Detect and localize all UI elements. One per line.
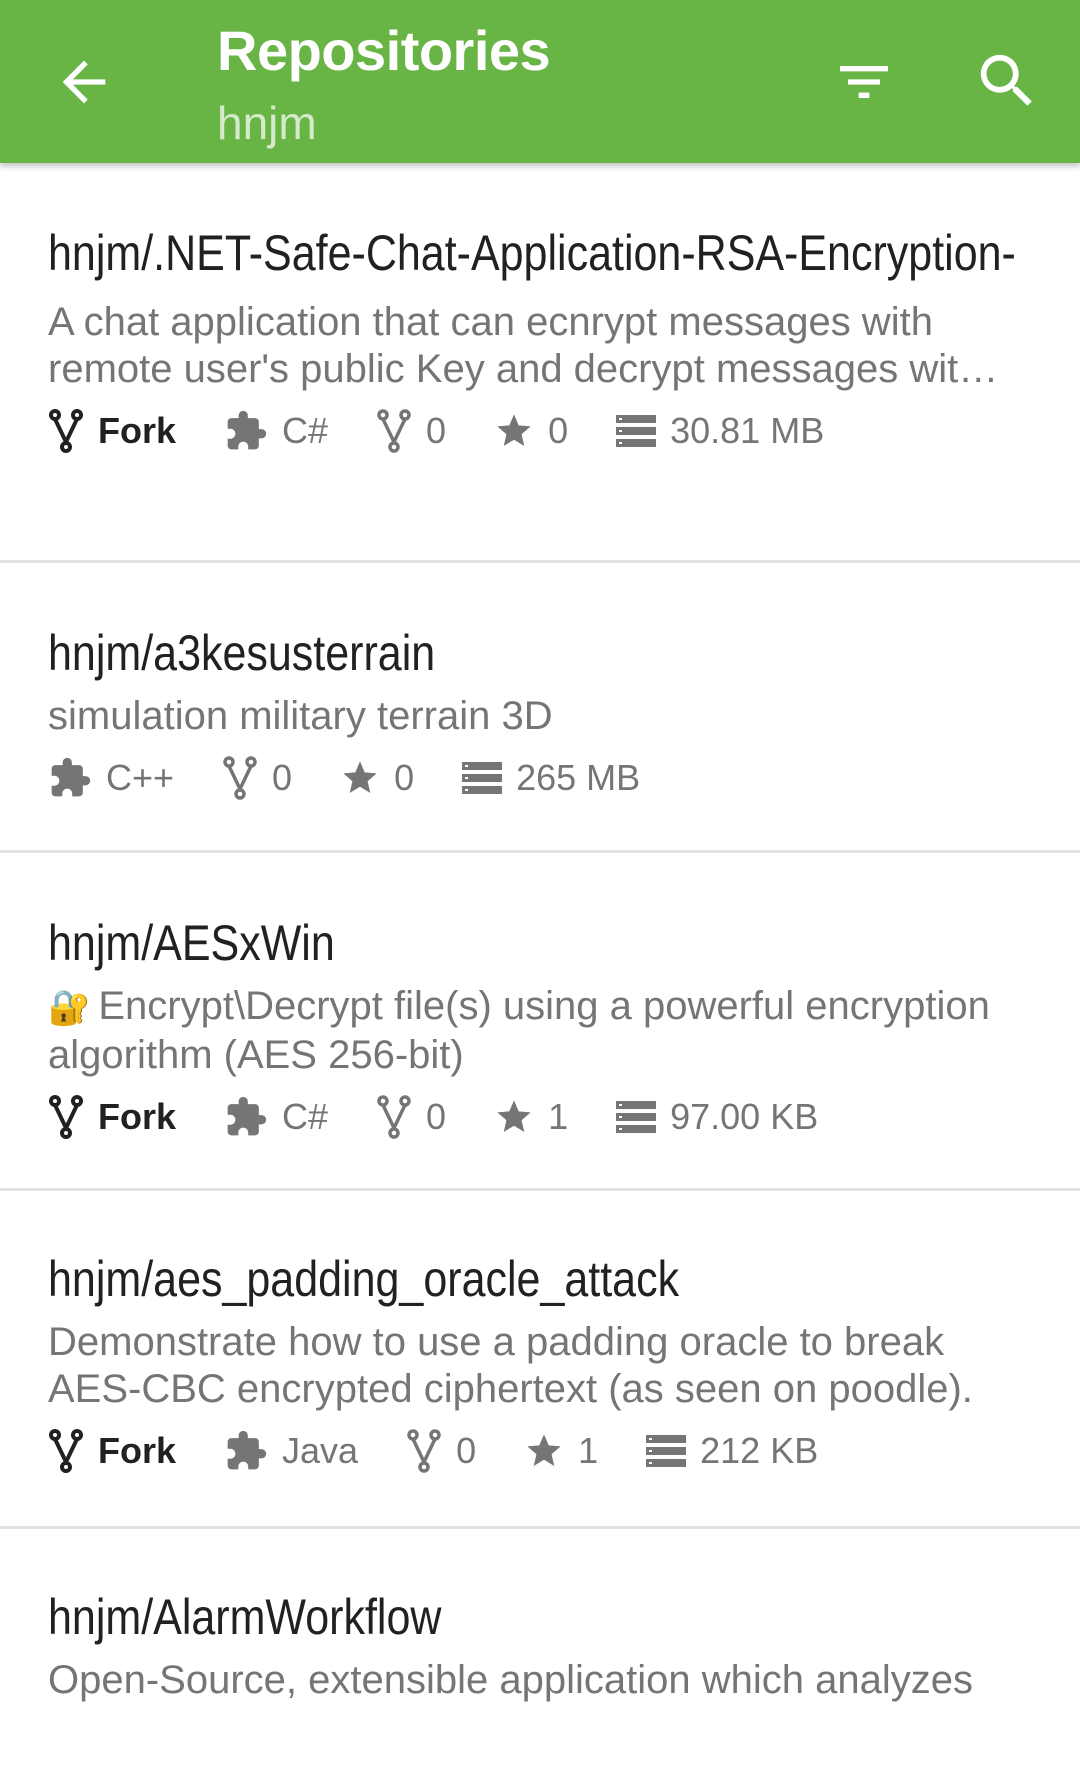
repo-description: Demonstrate how to use a padding oracle …: [48, 1320, 973, 1411]
repo-size: 30.81 MB: [670, 410, 825, 451]
repo-name: hnjm/AESxWin: [48, 915, 335, 971]
fork-icon: [49, 1429, 83, 1473]
fork-icon: [49, 1095, 83, 1139]
repository-list: hnjm/.NET-Safe-Chat-Application-RSA-Encr…: [0, 163, 1080, 1769]
filter-icon[interactable]: [832, 50, 896, 114]
puzzle-icon: [227, 1096, 267, 1136]
star-icon: [343, 761, 377, 793]
repo-description: simulation military terrain 3D: [48, 694, 553, 738]
page-subtitle: hnjm: [217, 97, 317, 149]
repo-language: C#: [282, 1096, 329, 1137]
repo-forks: 0: [426, 1096, 447, 1137]
star-icon: [497, 414, 531, 446]
fork-badge: Fork: [98, 410, 177, 451]
fork-icon: [377, 1095, 411, 1139]
repo-language: C++: [106, 757, 175, 798]
fork-icon: [407, 1429, 441, 1473]
puzzle-icon: [227, 1430, 267, 1470]
list-item[interactable]: hnjm/a3kesusterrain simulation military …: [0, 563, 1080, 853]
arrow-back-icon[interactable]: [52, 50, 116, 114]
storage-icon: [616, 1101, 657, 1133]
storage-icon: [646, 1435, 687, 1467]
repo-size: 212 KB: [700, 1430, 819, 1471]
repo-stars: 1: [548, 1096, 569, 1137]
fork-icon: [223, 756, 257, 800]
repo-meta: C++ 0 0 265 MB: [48, 750, 1032, 806]
star-icon: [497, 1100, 531, 1132]
lock-key-emoji: 🔐: [48, 989, 91, 1027]
storage-icon: [462, 762, 503, 794]
repo-description: 🔐 Encrypt\Decrypt file(s) using a powerfu…: [48, 984, 990, 1077]
fork-icon: [377, 409, 411, 453]
page-title: Repositories: [217, 19, 551, 82]
puzzle-icon: [51, 757, 91, 797]
repo-meta: Fork Java 0 1 212 KB: [48, 1423, 1032, 1479]
list-item[interactable]: hnjm/AESxWin 🔐 Encrypt\Decrypt file(s) us…: [0, 853, 1080, 1191]
repo-forks: 0: [272, 757, 293, 798]
repo-name: hnjm/aes_padding_oracle_attack: [48, 1251, 680, 1307]
repo-language: Java: [282, 1430, 359, 1471]
repo-description: Open-Source, extensible application whic…: [48, 1658, 973, 1702]
list-item[interactable]: hnjm/.NET-Safe-Chat-Application-RSA-Encr…: [0, 163, 1080, 563]
repo-forks: 0: [426, 410, 447, 451]
repo-description: A chat application that can ecnrypt mess…: [48, 300, 999, 391]
repo-meta: Fork C# 0 1 97.00 KB: [48, 1089, 1032, 1145]
repo-stars: 1: [578, 1430, 599, 1471]
list-item[interactable]: hnjm/aes_padding_oracle_attack Demonstra…: [0, 1191, 1080, 1529]
fork-icon: [49, 409, 83, 453]
repo-forks: 0: [456, 1430, 477, 1471]
fork-badge: Fork: [98, 1430, 177, 1471]
repo-meta: Fork C# 0 0 30.81 MB: [48, 403, 1032, 459]
repo-name: hnjm/a3kesusterrain: [48, 625, 436, 681]
search-icon[interactable]: [972, 46, 1042, 116]
list-item[interactable]: hnjm/AlarmWorkflow Open-Source, extensib…: [0, 1529, 1080, 1769]
repo-size: 97.00 KB: [670, 1096, 819, 1137]
repo-stars: 0: [548, 410, 569, 451]
puzzle-icon: [227, 410, 267, 450]
repo-size: 265 MB: [516, 757, 641, 798]
star-icon: [527, 1434, 561, 1466]
app-bar: Repositories hnjm: [0, 0, 1080, 163]
repo-name: hnjm/AlarmWorkflow: [48, 1589, 442, 1645]
repo-name: hnjm/.NET-Safe-Chat-Application-RSA-Encr…: [48, 225, 1016, 281]
storage-icon: [616, 415, 657, 447]
repo-stars: 0: [394, 757, 415, 798]
repo-language: C#: [282, 410, 329, 451]
fork-badge: Fork: [98, 1096, 177, 1137]
